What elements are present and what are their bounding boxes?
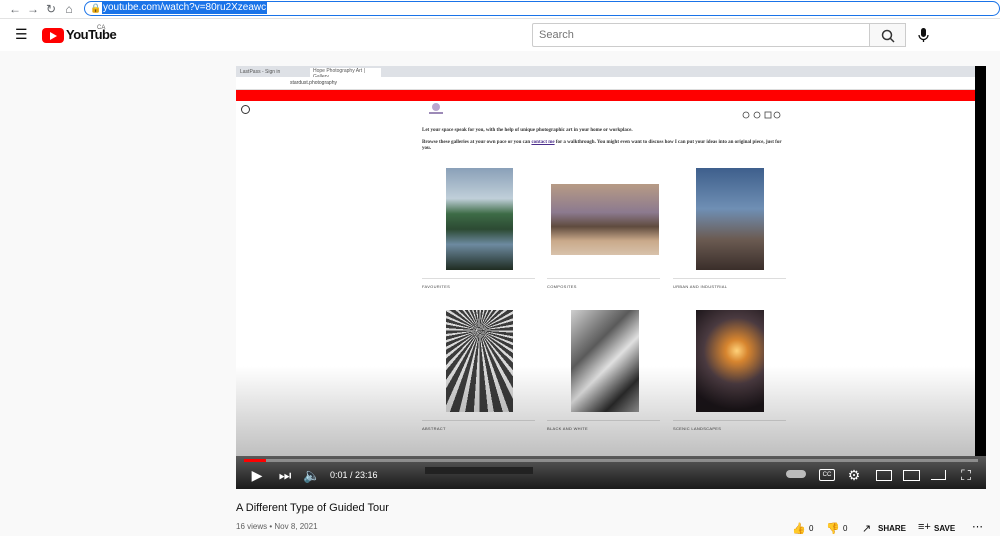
site-icons (742, 111, 781, 119)
video-frame[interactable]: LastPass - Sign in Hope Photography Art … (236, 66, 975, 456)
forward-icon[interactable]: → (26, 2, 40, 16)
progress-bar[interactable] (244, 459, 978, 462)
autoplay-toggle[interactable] (786, 470, 806, 478)
site-intro-1: Let your space speak for you, with the h… (422, 128, 633, 133)
time-display: 0:01 / 23:16 (330, 470, 378, 480)
chapter-strip (425, 467, 533, 474)
like-icon[interactable]: 👍 (792, 522, 806, 535)
site-logo (426, 102, 446, 115)
youtube-logo-icon[interactable] (42, 28, 64, 43)
settings-icon[interactable]: ⚙ (846, 467, 862, 483)
inner-address-row (236, 77, 975, 90)
microphone-icon (918, 28, 929, 42)
search-button[interactable] (869, 23, 906, 47)
inner-url: stardust.photography (290, 80, 337, 86)
site-intro-2: Browse these galleries at your own pace … (422, 140, 782, 151)
volume-icon[interactable]: 🔈 (303, 467, 320, 483)
fullscreen-icon[interactable]: ⛶ (958, 467, 974, 483)
youtube-logo-text: YouTube (66, 27, 117, 42)
gallery-thumb-composites[interactable] (551, 184, 659, 255)
video-gradient-overlay (236, 366, 975, 456)
voice-search-button[interactable] (912, 24, 934, 46)
dislike-count: 0 (843, 524, 848, 533)
video-meta: 16 views • Nov 8, 2021 (236, 522, 318, 531)
divider (673, 278, 786, 279)
site-menu-icon[interactable] (241, 105, 250, 114)
gallery-caption[interactable]: FAVOURITES (422, 284, 450, 289)
save-button[interactable]: SAVE (934, 524, 955, 533)
play-icon[interactable]: ▶ (249, 467, 265, 483)
back-icon[interactable]: ← (8, 2, 22, 16)
site-header-icons (742, 106, 782, 119)
search-icon (881, 29, 895, 43)
dislike-icon[interactable]: 👎 (826, 522, 840, 535)
inner-tab: LastPass - Sign in (240, 69, 281, 75)
divider (547, 278, 660, 279)
inner-tab-active: Hope Photography Art | Gallery (310, 68, 381, 80)
reload-icon[interactable]: ↻ (44, 2, 58, 16)
region-code: CA (97, 25, 106, 31)
promo-banner (236, 90, 975, 101)
divider (422, 278, 535, 279)
share-button[interactable]: SHARE (878, 524, 906, 533)
video-title: A Different Type of Guided Tour (236, 502, 389, 514)
cast-icon[interactable] (931, 470, 946, 480)
gallery-caption[interactable]: URBAN AND INDUSTRIAL (673, 284, 727, 289)
save-icon[interactable]: ≡+ (918, 521, 931, 533)
captions-icon[interactable]: CC (819, 469, 835, 481)
gallery-thumb-urban[interactable] (696, 168, 764, 270)
lock-icon: 🔒 (90, 3, 102, 13)
theater-mode-icon[interactable] (903, 470, 920, 481)
miniplayer-icon[interactable] (876, 470, 892, 481)
contact-link[interactable]: contact me (531, 140, 554, 145)
more-actions-icon[interactable]: ⋯ (972, 520, 983, 533)
search-input[interactable] (532, 23, 870, 47)
url-text: youtube.com/watch?v=80ru2Xzeawc (102, 2, 268, 14)
share-icon[interactable]: ↗ (862, 522, 871, 535)
next-icon[interactable]: ⏭ (277, 467, 293, 483)
like-count: 0 (809, 524, 814, 533)
gallery-caption[interactable]: COMPOSITES (547, 284, 577, 289)
home-icon[interactable]: ⌂ (62, 2, 76, 16)
menu-icon[interactable]: ☰ (15, 27, 28, 41)
gallery-thumb-favourites[interactable] (446, 168, 513, 270)
progress-bar-played (244, 459, 267, 462)
